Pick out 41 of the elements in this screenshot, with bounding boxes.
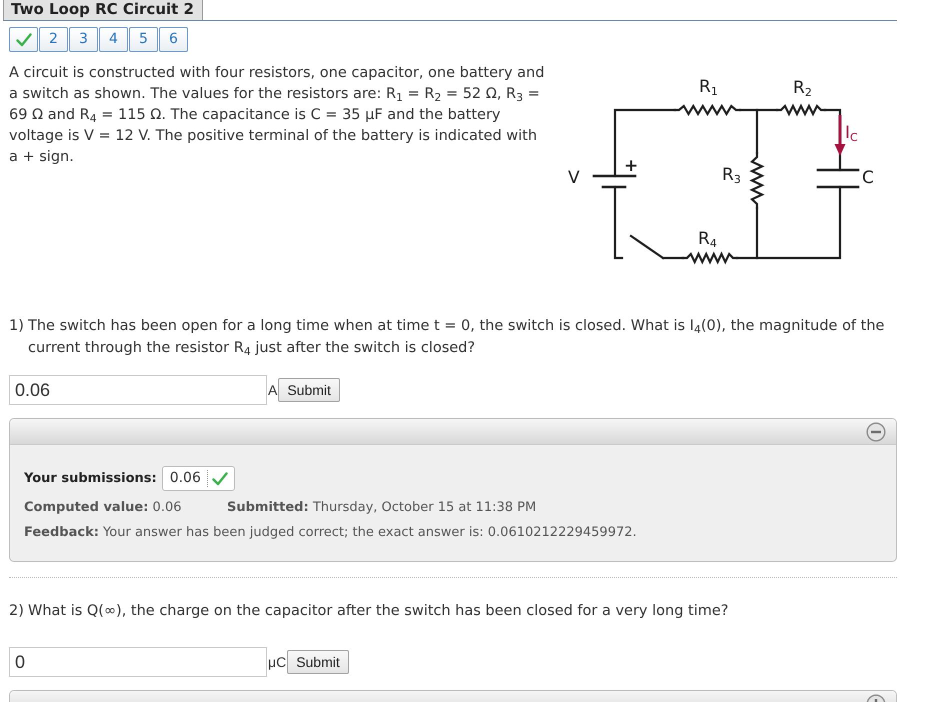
voltage-label: V [568,170,580,187]
battery [592,174,636,188]
check-icon [16,32,32,46]
wire [614,108,676,178]
answer-field[interactable]: 0 [9,647,267,677]
part-link[interactable] [9,27,38,52]
question-text: The switch has been open for a long time when at time t = 0, the switch is closed. What is I$_{4}$(0), the magnitude of the current through the resistor R$_{4}$ just after the switch is closed? [28,317,886,359]
resistor [682,251,738,265]
resistor [776,104,826,116]
resistor-label: R$_{1}$ [699,79,718,96]
unit-label: μC [268,652,286,672]
part-link[interactable]: 3 [69,27,98,52]
submit-button[interactable]: Submit [278,378,340,402]
problem-text: A circuit is constructed with four resistors, one capacitor, one battery and a switch as shown. The values for the resistors are: R$_{1}$ = R$_{2}$ = 52 Ω, R$_{3}$ = 69 Ω and R$_{4}$ = 115 Ω. The capacitance is C = 35 μF and the battery voltage is V = 12 V. The positive terminal of the battery is indicated with a + sign. [9,64,546,167]
question-number: 2) [9,602,25,621]
question-number: 1) [9,317,25,336]
answer-field[interactable]: 0.06 [9,375,267,405]
capacitor-label: C [862,170,874,187]
wire [662,256,684,260]
feedback-text: Feedback: Your answer has been judged correct; the exact answer is: 0.0610212229459972. [24,524,637,542]
submissions-label: Your submissions: [24,470,157,488]
resistor [674,104,742,116]
unit-label: A [268,380,278,400]
computed-value: Computed value: 0.06 [24,498,182,517]
part-link[interactable]: 2 [39,27,68,52]
resistor-label: R$_{4}$ [698,231,717,248]
resistor-label: R$_{2}$ [793,80,812,97]
plus-sign: + [624,158,638,175]
minus-circle-icon[interactable] [866,422,886,442]
part-link[interactable]: 5 [129,27,158,52]
submission-value: 0.06 [170,469,201,488]
question-title: Two Loop RC Circuit 2 [3,0,203,20]
submit-button[interactable]: Submit [287,650,349,674]
current-label: I$_{C}$ [845,125,858,142]
question-text: What is Q(∞), the charge on the capacitor after the switch has been closed for a very long time? [28,602,730,621]
submitted-time: Submitted: Thursday, October 15 at 11:38 PM [227,498,536,517]
resistor [749,152,765,210]
capacitor [816,168,860,188]
resistor-label: R$_{3}$ [722,167,741,184]
part-link[interactable]: 4 [99,27,128,52]
part-link[interactable]: 6 [159,27,188,52]
